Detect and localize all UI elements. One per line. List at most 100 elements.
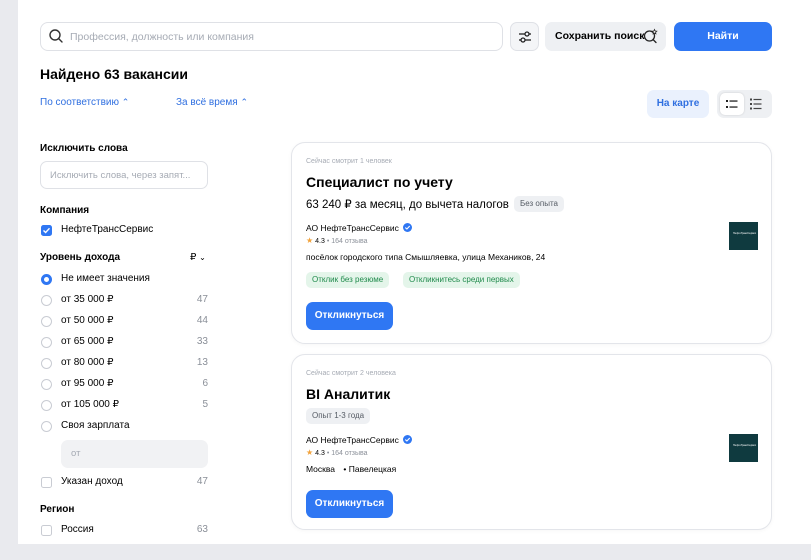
income-radio-80000[interactable] [41,358,52,369]
apply-button[interactable]: Откликнуться [306,490,393,518]
search-placeholder: Профессия, должность или компания [70,31,254,43]
company-logo[interactable]: НефтеТрансСервис [729,222,758,250]
vacancy-address: Москва • Павелецкая [306,464,396,474]
income-option-count: 47 [196,294,208,305]
vacancy-salary: 63 240 ₽ за месяц, до вычета налогов [306,199,509,211]
income-option-label: от 95 000 ₽ [61,378,114,389]
income-option-label: от 65 000 ₽ [61,336,114,347]
custom-salary-input[interactable]: от [61,440,208,468]
results-title: Найдено 63 вакансии [40,66,188,82]
reviews-count: 164 отзыва [331,238,368,245]
be-first-tag: Откликнитесь среди первых [403,272,520,288]
region-option-count: 63 [196,524,208,535]
company-name-text: АО НефтеТрансСервис [306,223,399,233]
rating-value: 4.3 [315,238,325,245]
company-logo-text: НефтеТрансСервис [733,444,757,447]
chevron-down-icon: ⌄ [199,253,206,262]
sort-relevance-label: По соответствию [40,97,119,108]
income-option-count: 13 [196,357,208,368]
city: Москва [306,464,336,474]
company-rating: ★ 4.3 • 164 отзыва [306,448,368,457]
verified-icon [403,435,413,444]
income-radio-35000[interactable] [41,295,52,306]
currency-label: ₽ [190,252,197,263]
region-checkbox[interactable] [41,525,52,536]
custom-salary-placeholder: от [71,448,81,459]
exclude-words-label: Исключить слова [40,143,128,154]
save-search-icon [643,28,658,44]
company-logo-text: НефтеТрансСервис [733,232,757,235]
company-logo[interactable]: НефтеТрансСервис [729,434,758,462]
map-view-button[interactable]: На карте [647,90,709,118]
find-button[interactable]: Найти [674,22,772,51]
list-view-compact-button[interactable] [720,93,744,115]
verified-icon [403,223,413,232]
sort-period-dropdown[interactable]: За всё время ⌃ [176,97,248,108]
income-option-label: от 50 000 ₽ [61,315,114,326]
sliders-icon [519,31,531,43]
exclude-words-placeholder: Исключить слова, через запят... [50,170,191,181]
region-option-label: Россия [61,524,94,535]
company-filter-label: Компания [40,205,90,216]
income-radio-65000[interactable] [41,337,52,348]
rating-value: 4.3 [315,450,325,457]
income-radio-custom[interactable] [41,421,52,432]
search-input[interactable]: Профессия, должность или компания [40,22,503,51]
metro-icon: • [343,464,347,474]
reviews-count: 164 отзыва [331,450,368,457]
income-option-count: 6 [202,378,208,389]
metro-station: Павелецкая [348,464,397,474]
income-radio-any[interactable] [41,274,52,285]
view-toggle [717,90,772,118]
vacancy-title[interactable]: BI Аналитик [306,386,390,402]
region-filter-label: Регион [40,504,75,515]
income-specified-count: 47 [196,476,208,487]
income-option-label: от 105 000 ₽ [61,399,119,410]
income-radio-95000[interactable] [41,379,52,390]
income-radio-50000[interactable] [41,316,52,327]
no-resume-tag: Отклик без резюме [306,272,390,288]
income-specified-label: Указан доход [61,476,123,487]
vacancy-title[interactable]: Специалист по учету [306,174,453,190]
exclude-words-input[interactable]: Исключить слова, через запят... [40,161,208,189]
list-compact-icon [726,100,738,108]
income-option-count: 5 [202,399,208,410]
experience-badge: Опыт 1-3 года [306,408,371,424]
currency-dropdown[interactable]: ₽ ⌄ [190,252,206,263]
experience-badge: Без опыта [514,196,564,212]
filters-button[interactable] [510,22,539,51]
vacancy-card[interactable]: Сейчас смотрит 2 человека BI Аналитик Оп… [291,354,772,530]
income-option-label: Не имеет значения [61,273,150,284]
chevron-updown-icon: ⌃ [121,97,130,107]
income-option-label: Своя зарплата [61,420,130,431]
star-icon: ★ [306,448,314,457]
company-name[interactable]: АО НефтеТрансСервис [306,223,413,233]
company-name-text: АО НефтеТрансСервис [306,435,399,445]
viewers-count: Сейчас смотрит 2 человека [306,370,396,377]
income-specified-checkbox[interactable] [41,477,52,488]
sort-period-label: За всё время [176,97,238,108]
income-option-label: от 35 000 ₽ [61,294,114,305]
search-icon [49,29,63,43]
apply-button[interactable]: Откликнуться [306,302,393,330]
vacancy-card[interactable]: Сейчас смотрит 1 человек Специалист по у… [291,142,772,344]
page: Профессия, должность или компания Сохран… [18,0,811,544]
company-name[interactable]: АО НефтеТрансСервис [306,435,413,445]
income-radio-105000[interactable] [41,400,52,411]
company-option-label: НефтеТрансСервис [61,224,154,235]
income-filter-label: Уровень дохода [40,252,121,263]
income-option-count: 44 [196,315,208,326]
save-search-label: Сохранить поиск [555,30,645,42]
income-option-count: 33 [196,336,208,347]
sort-relevance-dropdown[interactable]: По соответствию ⌃ [40,97,129,108]
viewers-count: Сейчас смотрит 1 человек [306,158,392,165]
company-checkbox[interactable] [41,225,52,236]
star-icon: ★ [306,236,314,245]
save-search-button[interactable]: Сохранить поиск [545,22,666,51]
list-detailed-icon[interactable] [750,98,762,110]
vacancy-address: посёлок городского типа Смышляевка, улиц… [306,252,546,262]
chevron-updown-icon: ⌃ [240,97,248,107]
income-option-label: от 80 000 ₽ [61,357,114,368]
company-rating: ★ 4.3 • 164 отзыва [306,236,368,245]
check-icon [43,227,51,234]
